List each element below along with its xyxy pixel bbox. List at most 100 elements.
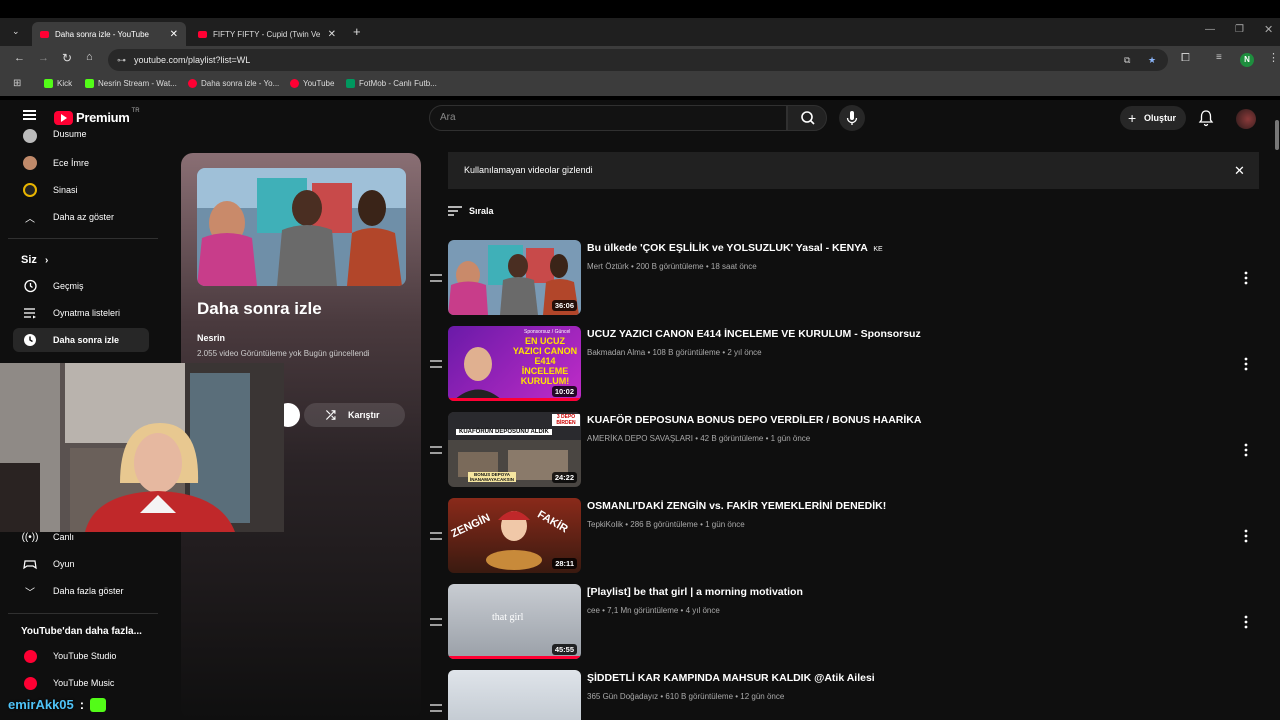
bookmark-youtube[interactable]: YouTube <box>290 79 334 88</box>
playlist-thumbnail[interactable] <box>197 168 406 286</box>
home-icon[interactable]: ⌂ <box>86 51 93 63</box>
forward-icon[interactable]: → <box>38 52 49 64</box>
close-banner-icon[interactable]: ✕ <box>1234 152 1245 189</box>
more-from-youtube-heading: YouTube'dan daha fazla... <box>21 626 142 637</box>
video-title[interactable]: Bu ülkede 'ÇOK EŞLİLİK ve YOLSUZLUK' Yas… <box>587 242 883 254</box>
video-title[interactable]: KUAFÖR DEPOSUNA BONUS DEPO VERDİLER / BO… <box>587 414 921 426</box>
drag-handle-icon[interactable] <box>430 532 442 540</box>
playlist-video-row[interactable]: 3 DEPO BİRDEN KUAFÖRÜN DEPOSUNU ALDIK BO… <box>428 412 1258 490</box>
search-button[interactable] <box>787 105 827 131</box>
playlist-video-row[interactable]: that girl 45:55 [Playlist] be that girl … <box>428 584 1258 662</box>
microphone-icon <box>846 111 858 125</box>
minimize-icon[interactable]: — <box>1205 24 1215 35</box>
playlist-video-row[interactable]: ŞİDDETLİ KAR KAMPINDA MAHSUR KALDIK @Ati… <box>428 670 1258 720</box>
video-thumbnail[interactable]: 3 DEPO BİRDEN KUAFÖRÜN DEPOSUNU ALDIK BO… <box>448 412 581 487</box>
sidebar-item-history[interactable]: Geçmiş <box>13 274 149 298</box>
more-options-icon[interactable] <box>1240 442 1252 458</box>
media-controls-icon[interactable]: ≡ <box>1216 52 1222 63</box>
playlists-icon <box>23 306 37 320</box>
bookmark-fotmob[interactable]: FotMob - Canlı Futb... <box>346 79 437 88</box>
restore-icon[interactable]: ❐ <box>1235 24 1244 35</box>
bookmark-kick[interactable]: Kick <box>44 79 72 88</box>
playlist-video-row[interactable]: 36:06 Bu ülkede 'ÇOK EŞLİLİK ve YOLSUZLU… <box>428 240 1258 318</box>
close-tab-icon[interactable]: ✕ <box>162 29 178 40</box>
more-options-icon[interactable] <box>1240 614 1252 630</box>
show-more-button[interactable]: ﹀ Daha fazla göster <box>13 579 149 603</box>
sidebar-item-dusume[interactable]: Dusume <box>13 124 149 148</box>
bookmark-star-icon[interactable]: ★ <box>1148 49 1156 71</box>
close-tab-icon[interactable]: ✕ <box>320 29 336 40</box>
country-flag-label: KE <box>873 246 883 253</box>
shuffle-button[interactable]: ⤮ Karıştır <box>304 403 405 427</box>
bookmark-nesrin-stream[interactable]: Nesrin Stream - Wat... <box>85 79 177 88</box>
account-avatar[interactable] <box>1236 109 1256 129</box>
drag-handle-icon[interactable] <box>430 274 442 282</box>
page-scrollbar[interactable] <box>1275 120 1279 150</box>
chevron-up-icon: ︿ <box>25 213 35 225</box>
channel-name[interactable]: Mert Öztürk <box>587 262 629 271</box>
install-app-icon[interactable]: ⧉ <box>1124 49 1130 71</box>
thumbnail-caption: that girl <box>492 612 524 623</box>
drag-handle-icon[interactable] <box>430 446 442 454</box>
apps-grid-icon[interactable]: ⊞ <box>13 78 21 89</box>
video-thumbnail[interactable]: 36:06 <box>448 240 581 315</box>
channel-name[interactable]: AMERİKA DEPO SAVAŞLARI <box>587 434 693 443</box>
browser-menu-icon[interactable]: ⋮ <box>1268 51 1279 64</box>
sidebar-item-youtube-music[interactable]: YouTube Music <box>13 671 149 695</box>
video-title[interactable]: ŞİDDETLİ KAR KAMPINDA MAHSUR KALDIK @Ati… <box>587 672 875 684</box>
sidebar-item-ece-imre[interactable]: Ece İmre <box>13 151 149 175</box>
sidebar-item-watch-later[interactable]: Daha sonra izle <box>13 328 149 352</box>
playlist-owner[interactable]: Nesrin <box>197 333 225 343</box>
drag-handle-icon[interactable] <box>430 704 442 712</box>
back-icon[interactable]: ← <box>14 52 25 64</box>
site-info-icon[interactable]: ⊶ <box>117 49 126 71</box>
channel-name[interactable]: 365 Gün Doğadayız <box>587 692 658 701</box>
channel-name[interactable]: cee <box>587 606 600 615</box>
tab-cupid[interactable]: FIFTY FIFTY - Cupid (Twin Versi ✕ <box>190 22 344 46</box>
tab-watch-later[interactable]: Daha sonra izle - YouTube ✕ <box>32 22 186 46</box>
sidebar-item-gaming[interactable]: Oyun <box>13 552 149 576</box>
video-thumbnail[interactable]: that girl 45:55 <box>448 584 581 659</box>
video-meta: TepkiKolik • 286 B görüntüleme • 1 gün ö… <box>587 520 745 529</box>
channel-name[interactable]: TepkiKolik <box>587 520 623 529</box>
notifications-bell-icon[interactable] <box>1198 109 1214 132</box>
playlist-video-row[interactable]: ZENGİN FAKİR 28:11 OSMANLI'DAKİ ZENGİN v… <box>428 498 1258 576</box>
thumbnail-caption: EN UCUZ YAZICI CANON E414 İNCELEME KURUL… <box>512 336 578 386</box>
watch-progress-bar <box>448 656 581 659</box>
more-options-icon[interactable] <box>1240 528 1252 544</box>
channel-name[interactable]: Bakmadan Alma <box>587 348 645 357</box>
new-tab-icon[interactable]: + <box>353 24 361 39</box>
playlist-video-row[interactable]: Sponsorsuz / Güncel EN UCUZ YAZICI CANON… <box>428 326 1258 404</box>
tab-list-menu-icon[interactable]: ⌄ <box>12 26 20 37</box>
address-bar[interactable]: ⊶ youtube.com/playlist?list=WL ⧉ ★ <box>108 49 1168 71</box>
video-thumbnail[interactable]: Sponsorsuz / Güncel EN UCUZ YAZICI CANON… <box>448 326 581 401</box>
profile-avatar[interactable]: N <box>1240 53 1254 67</box>
show-less-button[interactable]: ︿ Daha az göster <box>13 205 149 229</box>
video-title[interactable]: UCUZ YAZICI CANON E414 İNCELEME VE KURUL… <box>587 328 921 340</box>
drag-handle-icon[interactable] <box>430 360 442 368</box>
more-options-icon[interactable] <box>1240 356 1252 372</box>
you-section-heading[interactable]: Siz › <box>21 254 48 266</box>
logo-wordmark: Premium <box>76 110 130 125</box>
voice-search-button[interactable] <box>839 105 865 131</box>
bookmark-watch-later[interactable]: Daha sonra izle - Yo... <box>188 79 279 88</box>
reload-icon[interactable]: ↻ <box>62 51 72 65</box>
sidebar-item-youtube-studio[interactable]: YouTube Studio <box>13 644 149 668</box>
sort-button[interactable]: Sırala <box>448 205 494 217</box>
create-label: Oluştur <box>1144 113 1177 123</box>
video-title[interactable]: OSMANLI'DAKİ ZENGİN vs. FAKİR YEMEKLERİN… <box>587 500 886 512</box>
video-meta: 365 Gün Doğadayız • 610 B görüntüleme • … <box>587 692 785 701</box>
hamburger-menu-icon[interactable] <box>23 110 36 120</box>
search-input[interactable]: Ara <box>429 105 787 131</box>
extensions-icon[interactable]: ⧠ <box>1181 52 1190 65</box>
video-thumbnail[interactable] <box>448 670 581 720</box>
create-button[interactable]: + Oluştur <box>1120 106 1186 130</box>
video-title[interactable]: [Playlist] be that girl | a morning moti… <box>587 586 803 598</box>
close-window-icon[interactable]: ✕ <box>1264 23 1273 36</box>
more-options-icon[interactable] <box>1240 270 1252 286</box>
sidebar-item-playlists[interactable]: Oynatma listeleri <box>13 301 149 325</box>
video-thumbnail[interactable]: ZENGİN FAKİR 28:11 <box>448 498 581 573</box>
drag-handle-icon[interactable] <box>430 618 442 626</box>
sidebar-item-sinasi[interactable]: Sinasi <box>13 178 149 202</box>
youtube-logo[interactable]: Premium TR <box>54 108 140 125</box>
